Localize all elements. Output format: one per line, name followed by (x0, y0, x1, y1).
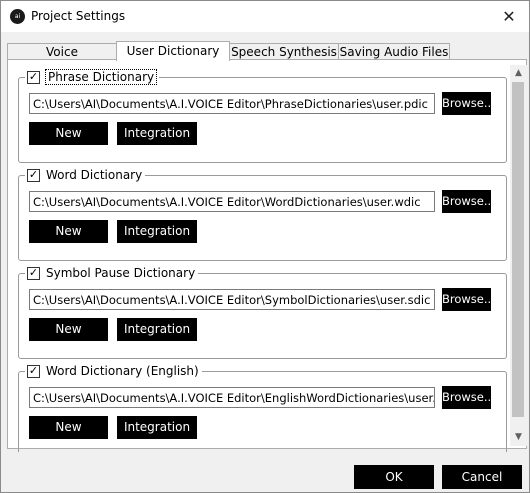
english-word-dictionary-new-button[interactable]: New (29, 416, 108, 439)
phrase-dictionary-integration-button[interactable]: Integration (117, 122, 197, 145)
word-dictionary-browse-button[interactable]: Browse... (442, 190, 495, 213)
vertical-scrollbar[interactable]: ▲ ▼ (510, 65, 527, 446)
tab-voice[interactable]: Voice (7, 43, 117, 60)
word-dictionary-new-button[interactable]: New (29, 220, 108, 243)
symbol-pause-dictionary-new-button[interactable]: New (29, 318, 108, 341)
window-title: Project Settings (31, 9, 126, 23)
word-dictionary-group: Word Dictionary C:\Users\AI\Documents\A.… (18, 167, 507, 261)
phrase-dictionary-browse-button[interactable]: Browse... (442, 92, 495, 115)
tab-user-dictionary[interactable]: User Dictionary (116, 41, 230, 61)
phrase-dictionary-checkbox[interactable] (27, 70, 40, 84)
project-settings-window: ai Project Settings ✕ Voice User Diction… (0, 0, 530, 493)
word-dictionary-integration-button[interactable]: Integration (117, 220, 197, 243)
phrase-dictionary-label: Phrase Dictionary (44, 69, 158, 85)
symbol-pause-dictionary-integration-button[interactable]: Integration (117, 318, 197, 341)
phrase-dictionary-header[interactable]: Phrase Dictionary (25, 69, 160, 85)
symbol-pause-dictionary-path-field[interactable]: C:\Users\AI\Documents\A.I.VOICE Editor\S… (29, 289, 435, 310)
word-dictionary-checkbox[interactable] (27, 168, 40, 182)
scroll-up-arrow-icon[interactable]: ▲ (510, 65, 527, 82)
word-dictionary-path-field[interactable]: C:\Users\AI\Documents\A.I.VOICE Editor\W… (29, 191, 435, 212)
symbol-pause-dictionary-checkbox[interactable] (27, 266, 40, 280)
english-word-dictionary-label: Word Dictionary (English) (46, 364, 199, 378)
tab-saving-audio-files[interactable]: Saving Audio Files (338, 43, 450, 60)
scroll-thumb[interactable] (512, 82, 524, 417)
symbol-pause-dictionary-label: Symbol Pause Dictionary (46, 266, 196, 280)
english-word-dictionary-browse-button[interactable]: Browse... (442, 386, 495, 409)
phrase-dictionary-path-field[interactable]: C:\Users\AI\Documents\A.I.VOICE Editor\P… (29, 93, 435, 114)
title-bar: ai Project Settings ✕ (1, 1, 529, 32)
scroll-down-arrow-icon[interactable]: ▼ (510, 429, 527, 446)
symbol-pause-dictionary-browse-button[interactable]: Browse... (442, 288, 495, 311)
phrase-dictionary-group: Phrase Dictionary C:\Users\AI\Documents\… (18, 69, 507, 163)
english-word-dictionary-group: Word Dictionary (English) C:\Users\AI\Do… (18, 363, 507, 452)
ok-button[interactable]: OK (354, 465, 434, 489)
english-word-dictionary-integration-button[interactable]: Integration (117, 416, 197, 439)
word-dictionary-header[interactable]: Word Dictionary (25, 167, 146, 183)
english-word-dictionary-header[interactable]: Word Dictionary (English) (25, 363, 202, 379)
english-word-dictionary-checkbox[interactable] (27, 364, 40, 378)
symbol-pause-dictionary-group: Symbol Pause Dictionary C:\Users\AI\Docu… (18, 265, 507, 359)
english-word-dictionary-path-field[interactable]: C:\Users\AI\Documents\A.I.VOICE Editor\E… (29, 387, 435, 408)
app-logo-icon: ai (10, 9, 25, 24)
close-icon[interactable]: ✕ (491, 4, 527, 30)
word-dictionary-label: Word Dictionary (46, 168, 143, 182)
cancel-button[interactable]: Cancel (442, 465, 522, 489)
tab-speech-synthesis[interactable]: Speech Synthesis (229, 43, 339, 60)
phrase-dictionary-new-button[interactable]: New (29, 122, 108, 145)
symbol-pause-dictionary-header[interactable]: Symbol Pause Dictionary (25, 265, 199, 281)
